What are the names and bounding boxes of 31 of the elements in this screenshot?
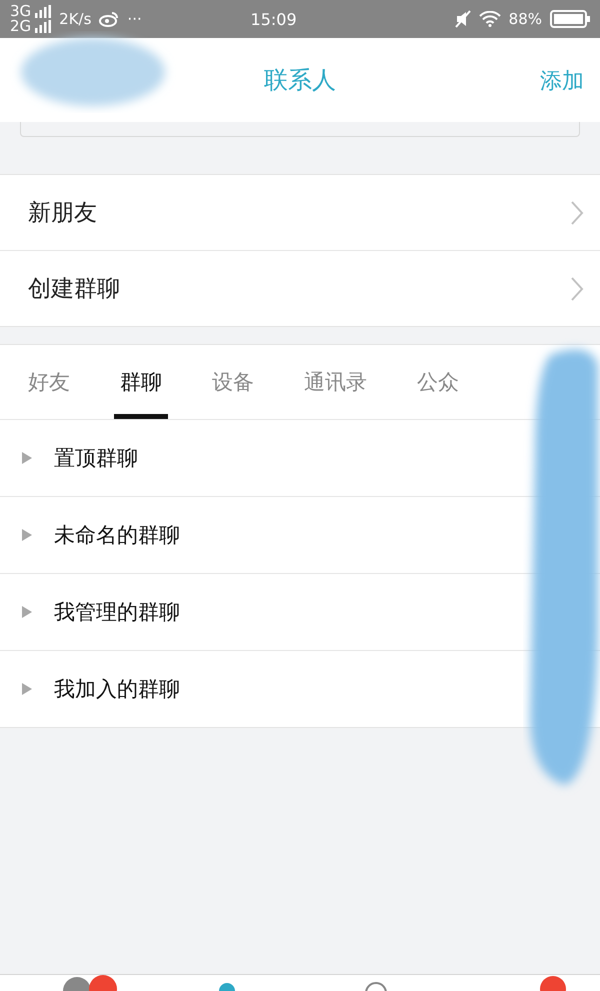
chevron-right-icon — [570, 276, 584, 302]
network-type: 3G — [10, 4, 32, 19]
menu-row[interactable]: 创建群聊 — [0, 250, 600, 326]
group-label: 置顶群聊 — [54, 445, 138, 472]
network-speed: 2K/s — [59, 10, 92, 28]
wifi-icon — [478, 11, 501, 27]
tab[interactable]: 设备 — [206, 345, 260, 419]
add-button[interactable]: 添加 — [540, 66, 584, 96]
menu-row[interactable]: 新朋友 — [0, 175, 600, 250]
group-label: 我加入的群聊 — [54, 676, 180, 703]
tab[interactable]: 公众 — [411, 345, 465, 419]
signal-icon — [35, 5, 52, 18]
clock: 15:09 — [250, 10, 297, 28]
tab[interactable]: 群聊 — [114, 345, 168, 419]
chevron-right-icon — [570, 200, 584, 226]
eye-icon — [99, 11, 120, 27]
row-label: 创建群聊 — [28, 275, 121, 304]
battery-icon — [550, 10, 590, 28]
network-type: 2G — [10, 19, 32, 34]
group-label: 我管理的群聊 — [54, 599, 180, 626]
group-label: 未命名的群聊 — [54, 522, 180, 549]
more-indicator: ··· — [127, 10, 142, 28]
battery-percent: 88% — [508, 10, 542, 28]
tab[interactable]: 好友 — [22, 345, 76, 419]
row-label: 新朋友 — [28, 199, 98, 228]
signal-icon — [35, 20, 52, 33]
tab[interactable]: 通讯录 — [298, 345, 373, 419]
tab-underline — [114, 414, 168, 419]
page-title: 联系人 — [264, 65, 336, 96]
mute-icon — [454, 10, 471, 28]
search-field[interactable] — [20, 122, 580, 137]
